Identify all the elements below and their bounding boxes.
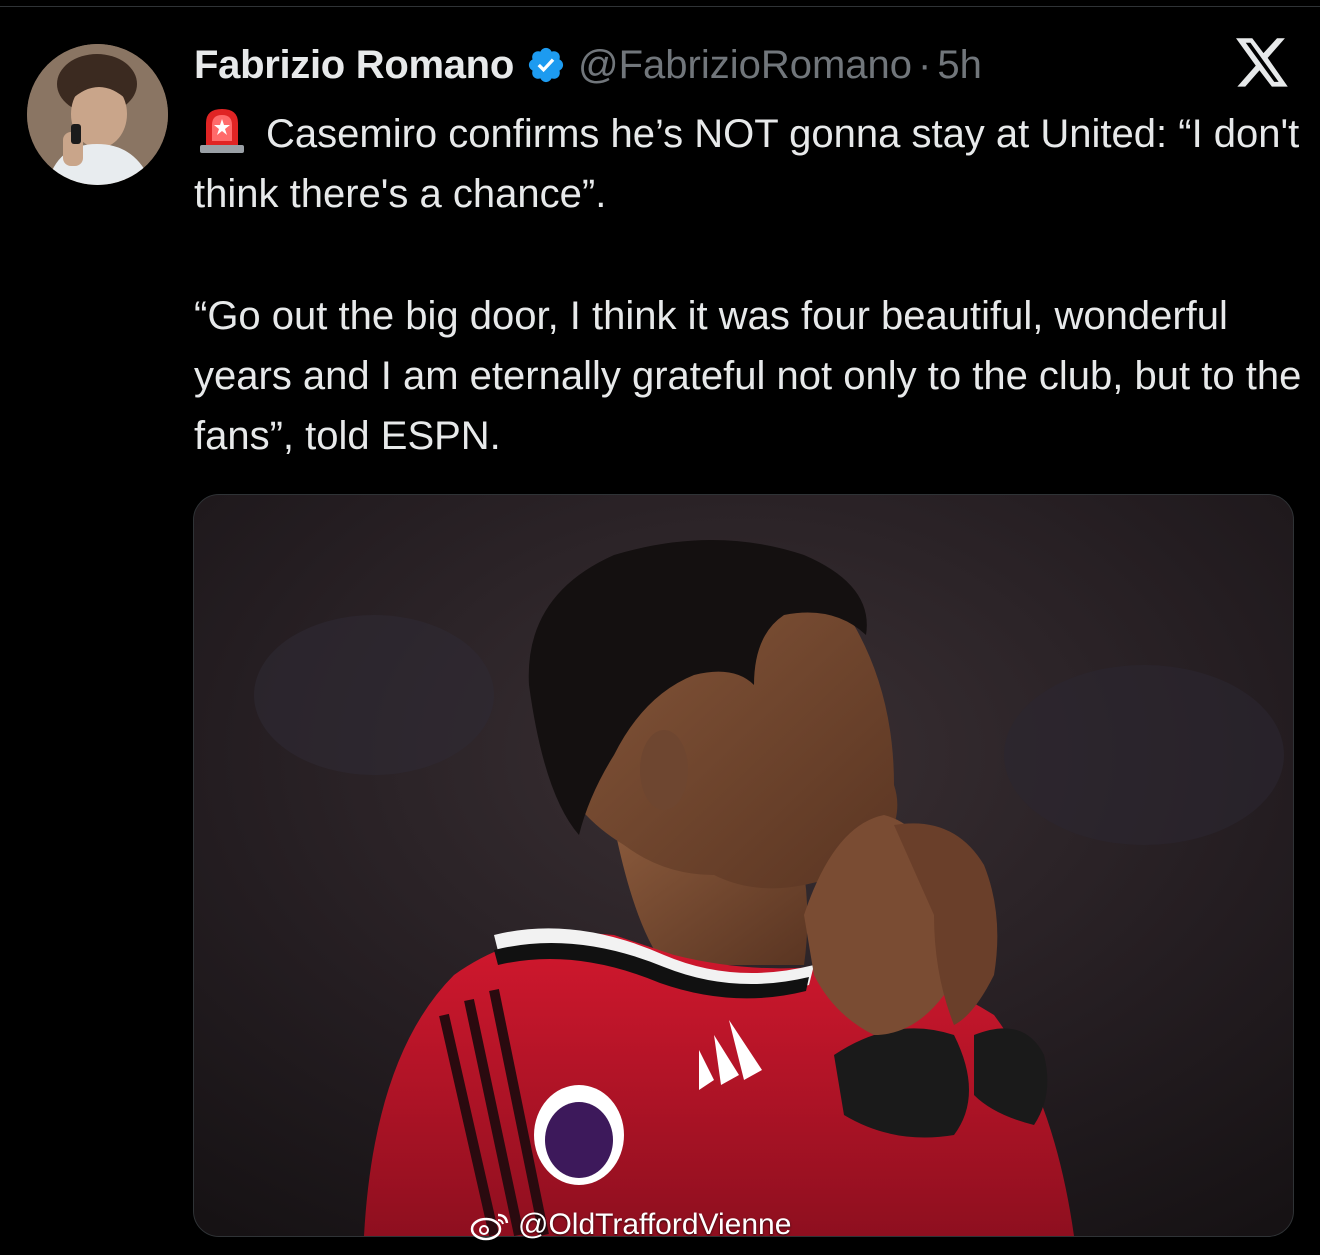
police-siren-icon [200, 109, 244, 153]
tweet-paragraph-1: Casemiro confirms he’s NOT gonna stay at… [194, 104, 1304, 224]
tweet-media-photo[interactable] [193, 494, 1294, 1237]
x-logo-icon[interactable] [1236, 38, 1290, 88]
tweet-header: Fabrizio Romano @FabrizioRomano · 5h [194, 40, 982, 90]
tweet-text: Casemiro confirms he’s NOT gonna stay at… [194, 104, 1304, 466]
watermark-text: @OldTraffordVienne [518, 1208, 792, 1241]
tweet-text-line-1: Casemiro confirms he’s NOT gonna stay at… [194, 112, 1300, 216]
meta-separator: · [918, 42, 932, 87]
top-divider [0, 6, 1320, 7]
tweet-timestamp[interactable]: 5h [937, 43, 982, 88]
author-name[interactable]: Fabrizio Romano [194, 43, 514, 88]
tweet-paragraph-2: “Go out the big door, I think it was fou… [194, 294, 1302, 458]
avatar-image [27, 44, 168, 185]
photo-casemiro [194, 495, 1293, 1236]
avatar[interactable] [27, 44, 168, 185]
verified-badge-icon [528, 47, 564, 83]
author-handle[interactable]: @FabrizioRomano [578, 43, 912, 88]
weibo-icon [470, 1213, 509, 1241]
media-watermark: @OldTraffordVienne [470, 1208, 791, 1242]
